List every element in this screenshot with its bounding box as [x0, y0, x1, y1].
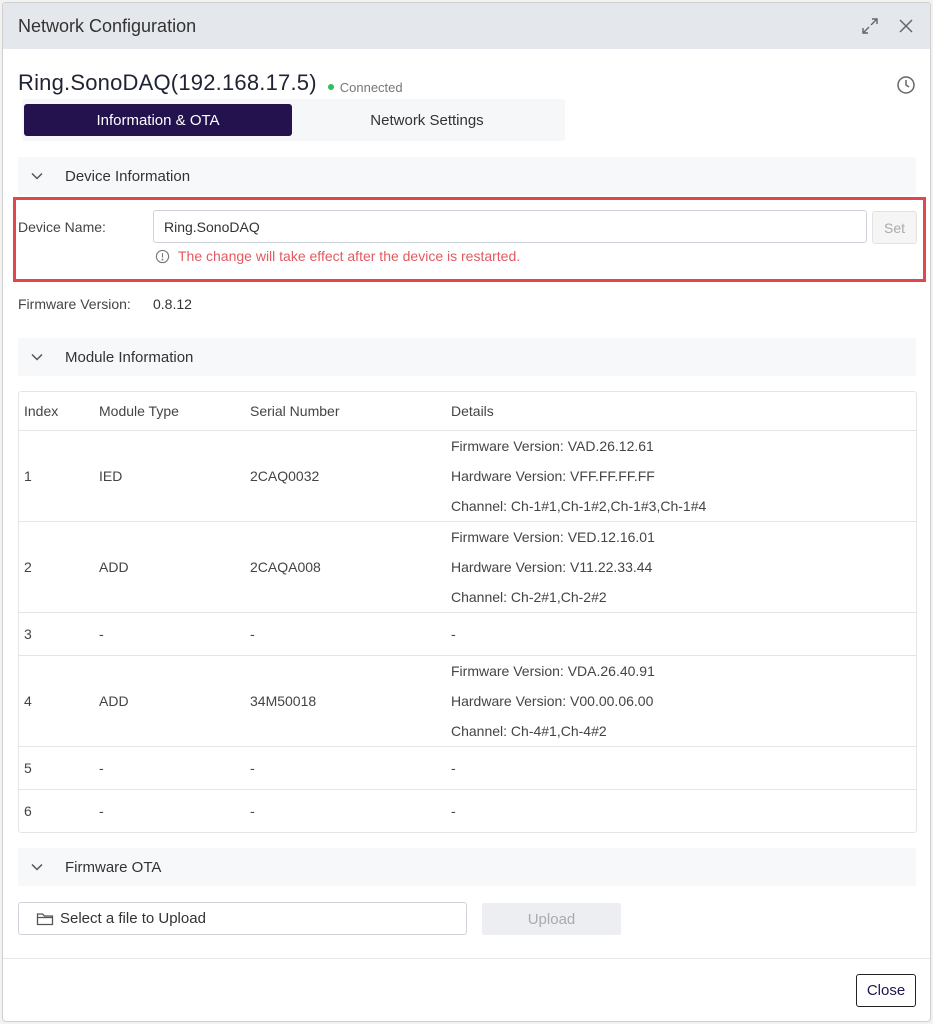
chevron-down-icon [31, 863, 43, 871]
title-bar: Network Configuration [3, 3, 930, 49]
firmware-version-value: 0.8.12 [153, 296, 192, 312]
close-icon[interactable] [897, 17, 915, 35]
header-index: Index [24, 403, 59, 419]
detail-line: Channel: Ch-4#1,Ch-4#2 [451, 723, 607, 739]
detail-line: Firmware Version: VAD.26.12.61 [451, 438, 654, 454]
table-header: Index Module Type Serial Number Details [19, 392, 916, 431]
cell-serial-number: - [250, 626, 255, 642]
cell-serial-number: - [250, 760, 255, 776]
cell-index: 4 [24, 693, 32, 709]
info-circle-icon [155, 249, 170, 263]
detail-line: Channel: Ch-1#1,Ch-1#2,Ch-1#3,Ch-1#4 [451, 498, 707, 514]
upload-button[interactable]: Upload [482, 903, 621, 935]
network-configuration-dialog: Network Configuration Ring.SonoDAQ(192.1… [2, 2, 931, 1022]
detail-line: Hardware Version: V00.00.06.00 [451, 693, 654, 709]
cell-index: 2 [24, 559, 32, 575]
cell-details: - [451, 626, 456, 642]
history-icon[interactable] [896, 75, 916, 95]
table-row: 3 - - - [19, 613, 916, 656]
chevron-down-icon [31, 172, 43, 180]
file-select-text: Select a file to Upload [60, 910, 206, 927]
chevron-down-icon [31, 353, 43, 361]
detail-line: Hardware Version: V11.22.33.44 [451, 559, 653, 575]
cell-index: 6 [24, 803, 32, 819]
cell-index: 5 [24, 760, 32, 776]
cell-module-type: - [99, 803, 104, 819]
cell-module-type: ADD [99, 559, 129, 575]
restart-warning: The change will take effect after the de… [155, 248, 520, 264]
close-button[interactable]: Close [856, 974, 916, 1007]
window-title: Network Configuration [18, 16, 197, 36]
section-module-information[interactable]: Module Information [18, 338, 916, 376]
connection-status: Connected [327, 79, 403, 95]
detail-line: Firmware Version: VED.12.16.01 [451, 529, 655, 545]
detail-line: Channel: Ch-2#1,Ch-2#2 [451, 589, 607, 605]
detail-line: Hardware Version: VFF.FF.FF.FF [451, 468, 655, 484]
cell-index: 1 [24, 468, 32, 484]
footer-divider [3, 958, 930, 959]
table-row: 5 - - - [19, 747, 916, 790]
header-module-type: Module Type [99, 403, 179, 419]
device-name-label: Device Name: [18, 219, 106, 235]
section-title: Module Information [65, 348, 194, 366]
section-firmware-ota[interactable]: Firmware OTA [18, 848, 916, 886]
cell-serial-number: 2CAQ0032 [250, 468, 320, 484]
firmware-version-label: Firmware Version: [18, 296, 131, 312]
cell-serial-number: 34M50018 [250, 693, 317, 709]
section-title: Device Information [65, 167, 191, 185]
table-row: 2 ADD 2CAQA008 Firmware Version: VED.12.… [19, 522, 916, 613]
tab-network-settings[interactable]: Network Settings [294, 104, 560, 136]
warning-text: The change will take effect after the de… [178, 248, 521, 264]
detail-line: Firmware Version: VDA.26.40.91 [451, 663, 655, 679]
cell-details: Firmware Version: VED.12.16.01 Hardware … [451, 522, 655, 612]
module-table: Index Module Type Serial Number Details … [18, 391, 917, 833]
tab-bar: Information & OTA Network Settings [22, 99, 565, 141]
device-name-input[interactable] [153, 210, 867, 243]
cell-module-type: ADD [99, 693, 129, 709]
set-button[interactable]: Set [872, 211, 917, 244]
cell-module-type: - [99, 626, 104, 642]
section-title: Firmware OTA [65, 858, 162, 876]
device-title: Ring.SonoDAQ(192.168.17.5) [18, 70, 317, 95]
folder-icon [36, 912, 54, 925]
section-device-information[interactable]: Device Information [18, 157, 916, 195]
status-text: Connected [339, 79, 403, 95]
cell-details: Firmware Version: VDA.26.40.91 Hardware … [451, 656, 655, 746]
status-dot [327, 84, 334, 90]
tab-information-ota[interactable]: Information & OTA [24, 104, 292, 136]
cell-details: - [451, 760, 456, 776]
cell-serial-number: - [250, 803, 255, 819]
cell-details: Firmware Version: VAD.26.12.61 Hardware … [451, 431, 706, 521]
file-select-field[interactable]: Select a file to Upload [18, 902, 467, 935]
cell-serial-number: 2CAQA008 [250, 559, 321, 575]
header-details: Details [451, 403, 494, 419]
maximize-icon[interactable] [861, 17, 879, 35]
table-row: 6 - - - [19, 790, 916, 832]
cell-index: 3 [24, 626, 32, 642]
table-row: 4 ADD 34M50018 Firmware Version: VDA.26.… [19, 656, 916, 747]
cell-details: - [451, 803, 456, 819]
header-serial-number: Serial Number [250, 403, 340, 419]
table-row: 1 IED 2CAQ0032 Firmware Version: VAD.26.… [19, 431, 916, 522]
device-header: Ring.SonoDAQ(192.168.17.5) Connected [18, 70, 403, 96]
cell-module-type: IED [99, 468, 123, 484]
cell-module-type: - [99, 760, 104, 776]
